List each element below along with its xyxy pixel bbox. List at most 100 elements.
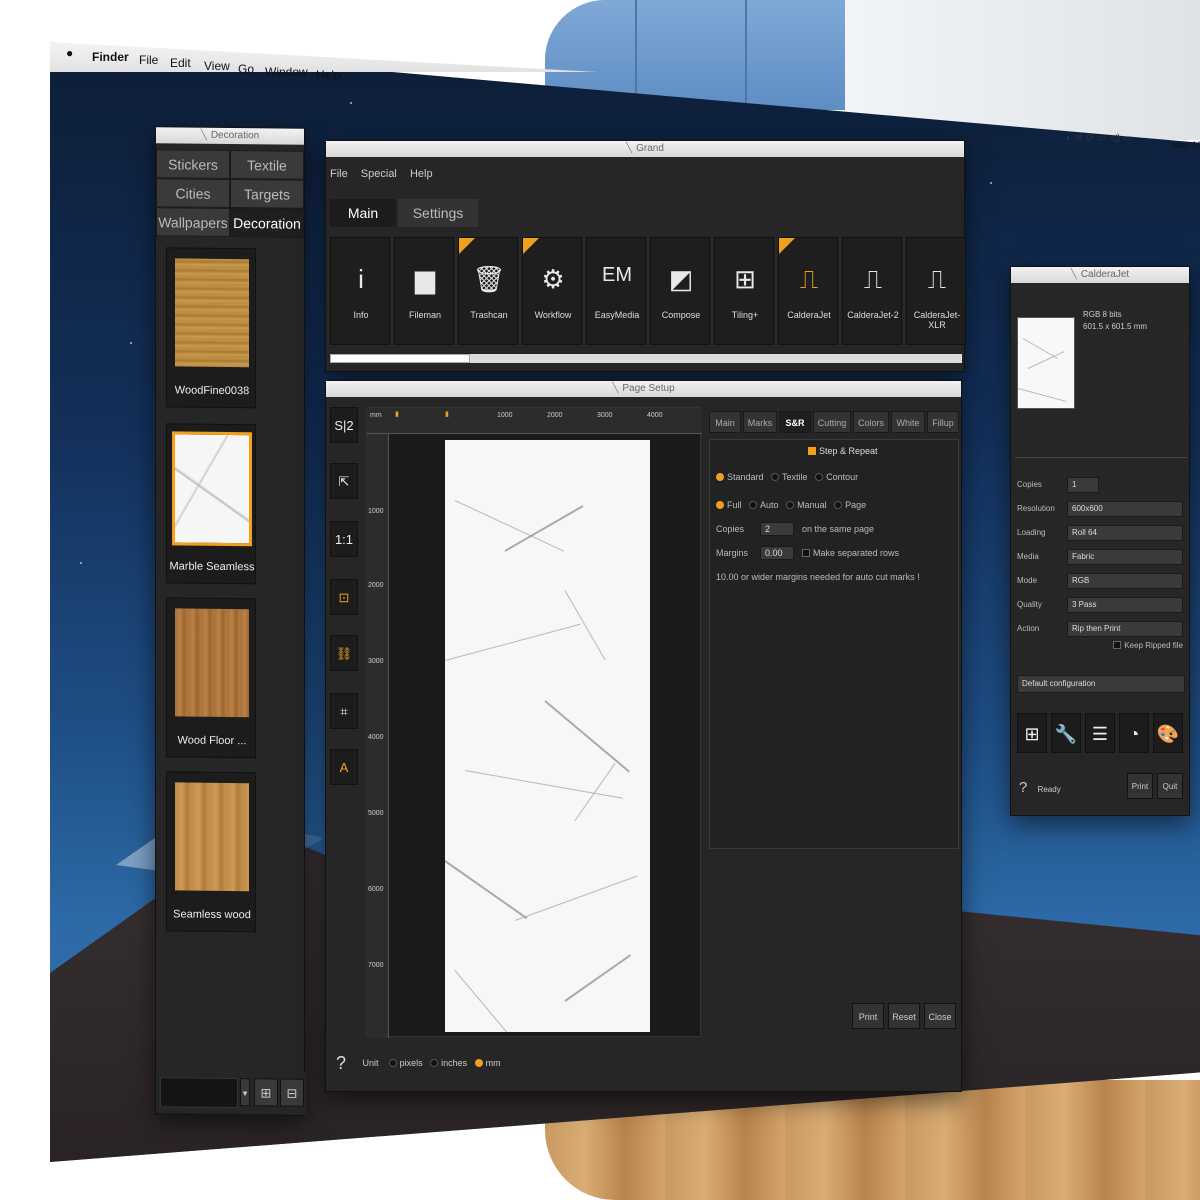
tab-white[interactable]: White (891, 411, 925, 433)
tab-cutting[interactable]: Cutting (813, 411, 851, 433)
list-icon[interactable]: ☰ (1085, 713, 1115, 753)
list-item-marble[interactable]: Marble Seamless (166, 423, 256, 585)
radio-auto[interactable]: Auto (749, 500, 779, 510)
radio-full[interactable]: Full (716, 500, 742, 510)
decoration-titlebar[interactable]: ╲ Decoration (156, 127, 304, 145)
status-icons[interactable]: ◐ ⊜ ⟳ ▭ ◁) ▭ (1066, 133, 1133, 144)
tab-stickers[interactable]: Stickers (156, 149, 230, 179)
print-button[interactable]: Print (1127, 773, 1153, 799)
copies-stepper[interactable]: 1 (1067, 477, 1099, 493)
separate-rows-checkbox[interactable]: Make separated rows (802, 548, 899, 558)
gear-icon: ⚙ (541, 264, 565, 294)
tab-main[interactable]: Main (330, 199, 396, 227)
loading-select[interactable]: Roll 64 (1067, 525, 1183, 541)
tab-marks[interactable]: Marks (743, 411, 777, 433)
palette-icon[interactable]: 🎨 (1153, 713, 1183, 753)
help-icon[interactable]: ? (336, 1053, 346, 1073)
apple-icon[interactable]: ● (66, 46, 73, 60)
reset-button[interactable]: Reset (888, 1003, 920, 1029)
keep-ripped-checkbox[interactable]: Keep Ripped file (1113, 641, 1183, 650)
tab-step-repeat[interactable]: S&R (779, 411, 811, 433)
menu-edit[interactable]: Edit (170, 56, 191, 70)
crop-icon[interactable]: ⌗ (330, 693, 358, 729)
calderajet-button[interactable]: ⎍ CalderaJet (778, 237, 838, 345)
resolution-select[interactable]: 600x600 (1067, 501, 1183, 517)
quality-select[interactable]: 3 Pass (1067, 597, 1183, 613)
wrench-icon[interactable]: 🔧 (1051, 713, 1081, 753)
toolbar-scrollbar[interactable] (330, 354, 962, 363)
actual-size-icon[interactable]: 1:1 (330, 521, 358, 557)
help-icon[interactable]: ? (1019, 779, 1027, 796)
checkbox[interactable] (808, 447, 816, 455)
list-item-woodfloor[interactable]: Wood Floor ... (166, 597, 256, 759)
radio-textile[interactable]: Textile (771, 472, 808, 482)
radio-standard[interactable]: Standard (716, 472, 764, 482)
calderajet-xlr-button[interactable]: ⎍ CalderaJet-XLR (906, 237, 966, 345)
radio-pixels[interactable]: pixels (388, 1058, 423, 1068)
margins-stepper[interactable]: 0.00 (760, 546, 794, 560)
fileman-button[interactable]: ▆ Fileman (394, 237, 454, 345)
list-item-seamless-wood[interactable]: Seamless wood (166, 771, 256, 933)
list-item-woodfine[interactable]: WoodFine0038 (166, 247, 256, 409)
menu-file[interactable]: File (139, 53, 158, 67)
grand-titlebar[interactable]: ╲ Grand (326, 141, 964, 157)
grand-menu-help[interactable]: Help (410, 168, 433, 180)
radio-manual[interactable]: Manual (786, 500, 827, 510)
step-repeat-toggle[interactable]: Step & Repeat (808, 446, 878, 456)
mode-select[interactable]: RGB (1067, 573, 1183, 589)
radio-page[interactable]: Page (834, 500, 866, 510)
tab-colors[interactable]: Colors (853, 411, 889, 433)
info-button[interactable]: i Info (330, 237, 390, 345)
page-setup-titlebar[interactable]: ╲ Page Setup (326, 381, 961, 397)
tiling-button[interactable]: ⊞ Tiling+ (714, 237, 774, 345)
grand-menu-file[interactable]: File (330, 168, 348, 180)
wood-floor-texture-thumbnail (175, 608, 249, 718)
tab-main[interactable]: Main (709, 411, 741, 433)
tab-settings[interactable]: Settings (398, 199, 478, 227)
decoration-search-input[interactable] (160, 1077, 238, 1109)
new-job-icon[interactable]: ⊞ (1017, 713, 1047, 753)
action-select[interactable]: Rip then Print (1067, 621, 1183, 637)
marble-page-preview[interactable] (445, 440, 650, 1032)
menu-help[interactable]: Help (316, 68, 341, 82)
compose-button[interactable]: ◩ Compose (650, 237, 710, 345)
wood-texture-thumbnail (175, 258, 249, 368)
tab-wallpapers[interactable]: Wallpapers (156, 207, 230, 237)
workflow-button[interactable]: ⚙ Workflow (522, 237, 582, 345)
tab-fillup[interactable]: Fillup (927, 411, 959, 433)
quit-button[interactable]: Quit (1157, 773, 1183, 799)
radio-contour[interactable]: Contour (815, 472, 858, 482)
radio-mm[interactable]: mm (474, 1058, 501, 1068)
trashcan-button[interactable]: 🗑 Trashcan (458, 237, 518, 345)
menu-window[interactable]: Window (265, 65, 308, 79)
tab-cities[interactable]: Cities (156, 178, 230, 208)
page-canvas[interactable]: mm ▮ ▮ 1000 2000 3000 4000 1000 2000 300… (366, 407, 702, 1038)
remove-item-icon[interactable]: ⊟ (280, 1078, 304, 1107)
copies-stepper[interactable]: 2 (760, 522, 794, 536)
split-icon[interactable]: S|2 (330, 407, 358, 443)
menu-finder[interactable]: Finder (92, 50, 129, 64)
close-button[interactable]: Close (924, 1003, 956, 1029)
tab-textile[interactable]: Textile (230, 150, 304, 180)
tab-targets[interactable]: Targets (230, 179, 304, 209)
radio-inches[interactable]: inches (430, 1058, 467, 1068)
text-icon[interactable]: A (330, 749, 358, 785)
job-thumbnail[interactable] (1017, 317, 1075, 409)
calderajet-titlebar[interactable]: ╲ CalderaJet (1011, 267, 1189, 283)
grand-menu-special[interactable]: Special (361, 168, 397, 180)
media-select[interactable]: Fabric (1067, 549, 1183, 565)
color-fan-icon[interactable]: ◔ (1119, 713, 1149, 753)
add-item-icon[interactable]: ⊞ (254, 1078, 278, 1107)
link-icon[interactable]: ⛓ (330, 635, 358, 671)
print-button[interactable]: Print (852, 1003, 884, 1029)
calderajet-2-button[interactable]: ⎍ CalderaJet-2 (842, 237, 902, 345)
configuration-select[interactable]: Default configuration (1017, 675, 1185, 693)
menu-go[interactable]: Go (238, 62, 254, 76)
dropdown-arrow-icon[interactable]: ▾ (240, 1078, 250, 1107)
tab-decoration[interactable]: Decoration (230, 208, 304, 238)
menu-view[interactable]: View (204, 59, 230, 73)
scrollbar-thumb[interactable] (330, 354, 470, 363)
easymedia-button[interactable]: EM EasyMedia (586, 237, 646, 345)
fit-icon[interactable]: ⊡ (330, 579, 358, 615)
export-icon[interactable]: ⇱ (330, 463, 358, 499)
